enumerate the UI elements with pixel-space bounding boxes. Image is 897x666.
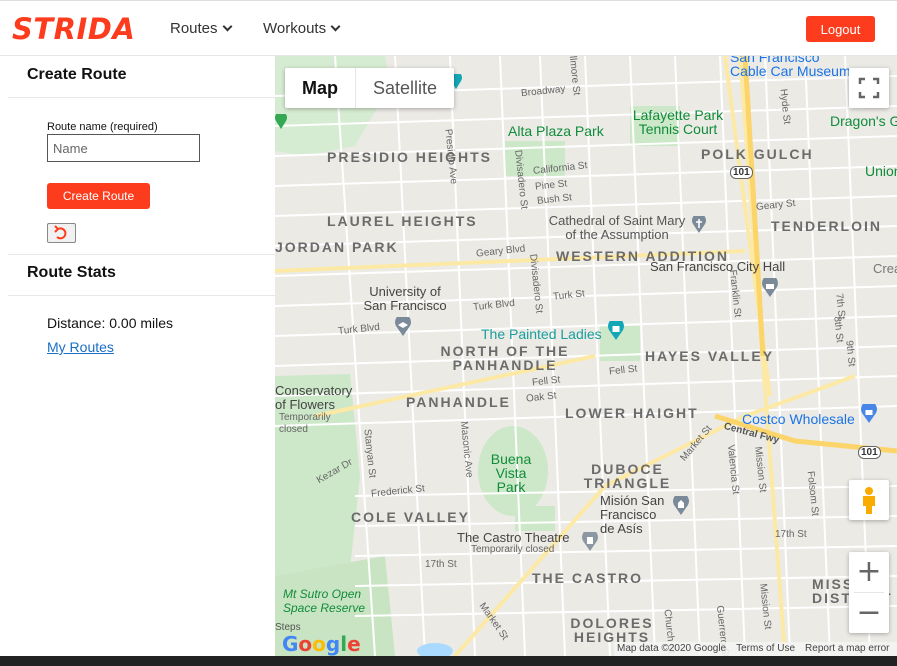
undo-icon [54,225,67,240]
map-type-satellite-button[interactable]: Satellite [356,68,454,108]
map-label-north-of-the-panhandle: NORTH OF THE PANHANDLE [440,343,570,373]
map-type-control: Map Satellite [285,68,455,108]
divider [8,97,275,98]
university-pin-icon[interactable] [395,317,411,337]
park-pin-icon[interactable] [275,114,287,130]
strida-logo[interactable]: STRIDA [12,12,135,46]
fullscreen-icon [858,77,880,99]
map-label-mt-sutro: Mt Sutro Open Space Reserve [283,587,366,615]
bottom-bar [0,656,897,666]
map-label-lower-haight: LOWER HAIGHT [565,405,699,421]
zoom-in-button[interactable]: + [849,552,889,592]
map-attribution: Map data ©2020 Google Terms of Use Repor… [614,642,897,656]
divider [8,295,275,296]
mission-pin-icon[interactable] [673,496,689,516]
map-label-the-castro: THE CASTRO [532,570,643,586]
map-label-conservatory: Conservatory of Flowers [275,383,353,412]
map-label-mision-san-francisco: Misión San Francisco de Asís [600,493,665,536]
street-17th-st-2: 17th St [775,529,807,540]
create-route-button[interactable]: Create Route [47,183,150,209]
street-view-pegman-button[interactable] [849,480,889,520]
map-label-castro-theatre-closed: Temporarily closed [471,544,555,555]
map-type-map-button[interactable]: Map [285,68,356,108]
castro-theatre-pin-icon[interactable] [582,532,598,552]
nav-workouts-label: Workouts [263,20,327,37]
route-name-label: Route name (required) [47,121,158,133]
map-label-hayes-valley: HAYES VALLEY [645,348,775,364]
street-17th-st: 17th St [425,559,457,570]
map-label-jordan-park: JORDAN PARK [275,239,399,255]
map-label-dolores-heights: DOLORES HEIGHTS [570,615,654,645]
top-navbar: STRIDA Routes Workouts Logout [0,0,897,56]
map-label-painted-ladies: The Painted Ladies [481,326,602,342]
route-stats-title: Route Stats [27,264,116,281]
map-label-laurel-heights: LAUREL HEIGHTS [327,213,478,229]
map-data-attribution: Map data ©2020 Google [617,643,727,654]
logout-button[interactable]: Logout [806,16,875,42]
report-map-error-link[interactable]: Report a map error [805,642,889,656]
map-label-cole-valley: COLE VALLEY [351,509,470,525]
map-label-costco: Costco Wholesale [742,411,855,427]
map-label-lafayette-park: Lafayette Park Tennis Court [632,107,724,137]
map-label-presidio-heights: PRESIDIO HEIGHTS [327,149,493,165]
map-label-western-addition: WESTERN ADDITION [556,248,730,264]
route-name-input[interactable] [47,134,200,162]
map-label-buena-vista-park: Buena Vista Park [490,451,532,495]
map-label-tenderloin: TENDERLOIN [771,218,882,234]
highway-101-shield: 101 [730,166,753,179]
map-label-dragons-gate: Dragon's G [830,113,897,129]
my-routes-link[interactable]: My Routes [47,339,114,355]
zoom-control: + − [849,552,889,633]
terms-of-use-link[interactable]: Terms of Use [736,642,795,656]
map-label-duboce-triangle: DUBOCE TRIANGLE [583,461,672,491]
sidebar: Create Route Route name (required) Creat… [8,56,275,656]
map-label-conservatory-closed: Temporarily closed [279,412,331,435]
painted-ladies-pin-icon[interactable] [608,321,624,341]
chevron-down-icon [222,21,232,32]
chevron-down-icon [330,21,341,32]
pegman-icon [863,487,875,514]
google-logo[interactable]: Google [282,632,361,656]
zoom-out-button[interactable]: − [849,593,889,633]
route-map[interactable]: PRESIDIO HEIGHTS LAUREL HEIGHTS JORDAN P… [275,56,897,656]
map-label-castro-theatre: The Castro Theatre [457,530,570,545]
distance-stat: Distance: 0.00 miles [47,315,174,331]
map-label-city-hall: San Francisco City Hall [650,259,786,274]
nav-workouts-dropdown[interactable]: Workouts [263,20,341,37]
map-label-panhandle: PANHANDLE [406,394,511,410]
nav-routes-label: Routes [170,20,218,37]
highway-101-shield: 101 [858,446,881,459]
cathedral-pin-icon[interactable] [692,216,706,234]
map-label-alta-plaza-park: Alta Plaza Park [508,123,604,139]
divider [8,254,275,255]
map-label-union: Union [865,163,897,179]
nav-routes-dropdown[interactable]: Routes [170,20,232,37]
costco-pin-icon[interactable] [861,404,877,424]
undo-button[interactable] [47,223,76,243]
map-label-cable-car-museum: Cable Car Museum [730,63,851,79]
create-route-title: Create Route [27,66,127,83]
map-label-polk-gulch: POLK GULCH [701,146,814,162]
map-label-usf: University of San Francisco [363,284,447,313]
fullscreen-button[interactable] [849,68,889,108]
city-hall-pin-icon[interactable] [762,278,778,298]
map-label-cathedral: Cathedral of Saint Mary of the Assumptio… [548,213,686,242]
map-label-crea: Crea [873,261,897,276]
